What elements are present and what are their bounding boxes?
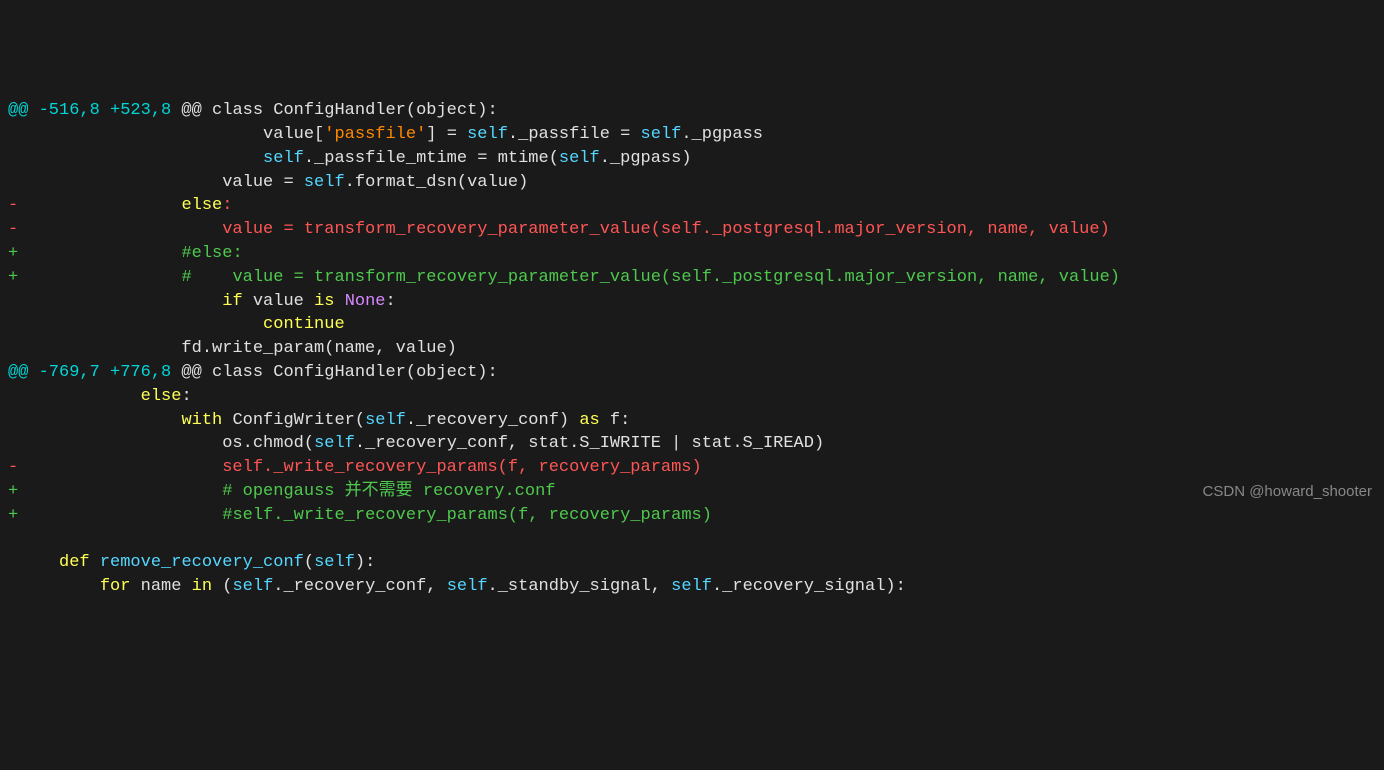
removed-line: - self._write_recovery_params(f, recover… <box>8 458 702 477</box>
added-line: + # value = transform_recovery_parameter… <box>8 268 1120 287</box>
code-line: self._passfile_mtime = mtime(self._pgpas… <box>8 149 692 168</box>
code-line: value['passfile'] = self._passfile = sel… <box>8 125 763 144</box>
hunk-header-1: @@ -516,8 +523,8 @@ class ConfigHandler(… <box>8 101 498 120</box>
diff-code-block: @@ -516,8 +523,8 @@ class ConfigHandler(… <box>0 95 1384 603</box>
code-line: value = self.format_dsn(value) <box>8 173 528 192</box>
code-line: continue <box>8 315 345 334</box>
watermark: CSDN @howard_shooter <box>1203 481 1372 502</box>
code-line: if value is None: <box>8 292 396 311</box>
removed-line: - else: <box>8 196 232 215</box>
added-line: + #else: <box>8 244 243 263</box>
removed-line: - value = transform_recovery_parameter_v… <box>8 220 1110 239</box>
blank-line <box>8 530 18 549</box>
code-line: def remove_recovery_conf(self): <box>8 553 375 572</box>
added-line: + #self._write_recovery_params(f, recove… <box>8 506 712 525</box>
code-line: os.chmod(self._recovery_conf, stat.S_IWR… <box>8 434 824 453</box>
code-line: with ConfigWriter(self._recovery_conf) a… <box>8 411 630 430</box>
code-line: else: <box>8 387 192 406</box>
hunk-header-2: @@ -769,7 +776,8 @@ class ConfigHandler(… <box>8 363 498 382</box>
added-line: + # opengauss 并不需要 recovery.conf <box>8 482 556 501</box>
code-line: fd.write_param(name, value) <box>8 339 457 358</box>
code-line: for name in (self._recovery_conf, self._… <box>8 577 906 596</box>
